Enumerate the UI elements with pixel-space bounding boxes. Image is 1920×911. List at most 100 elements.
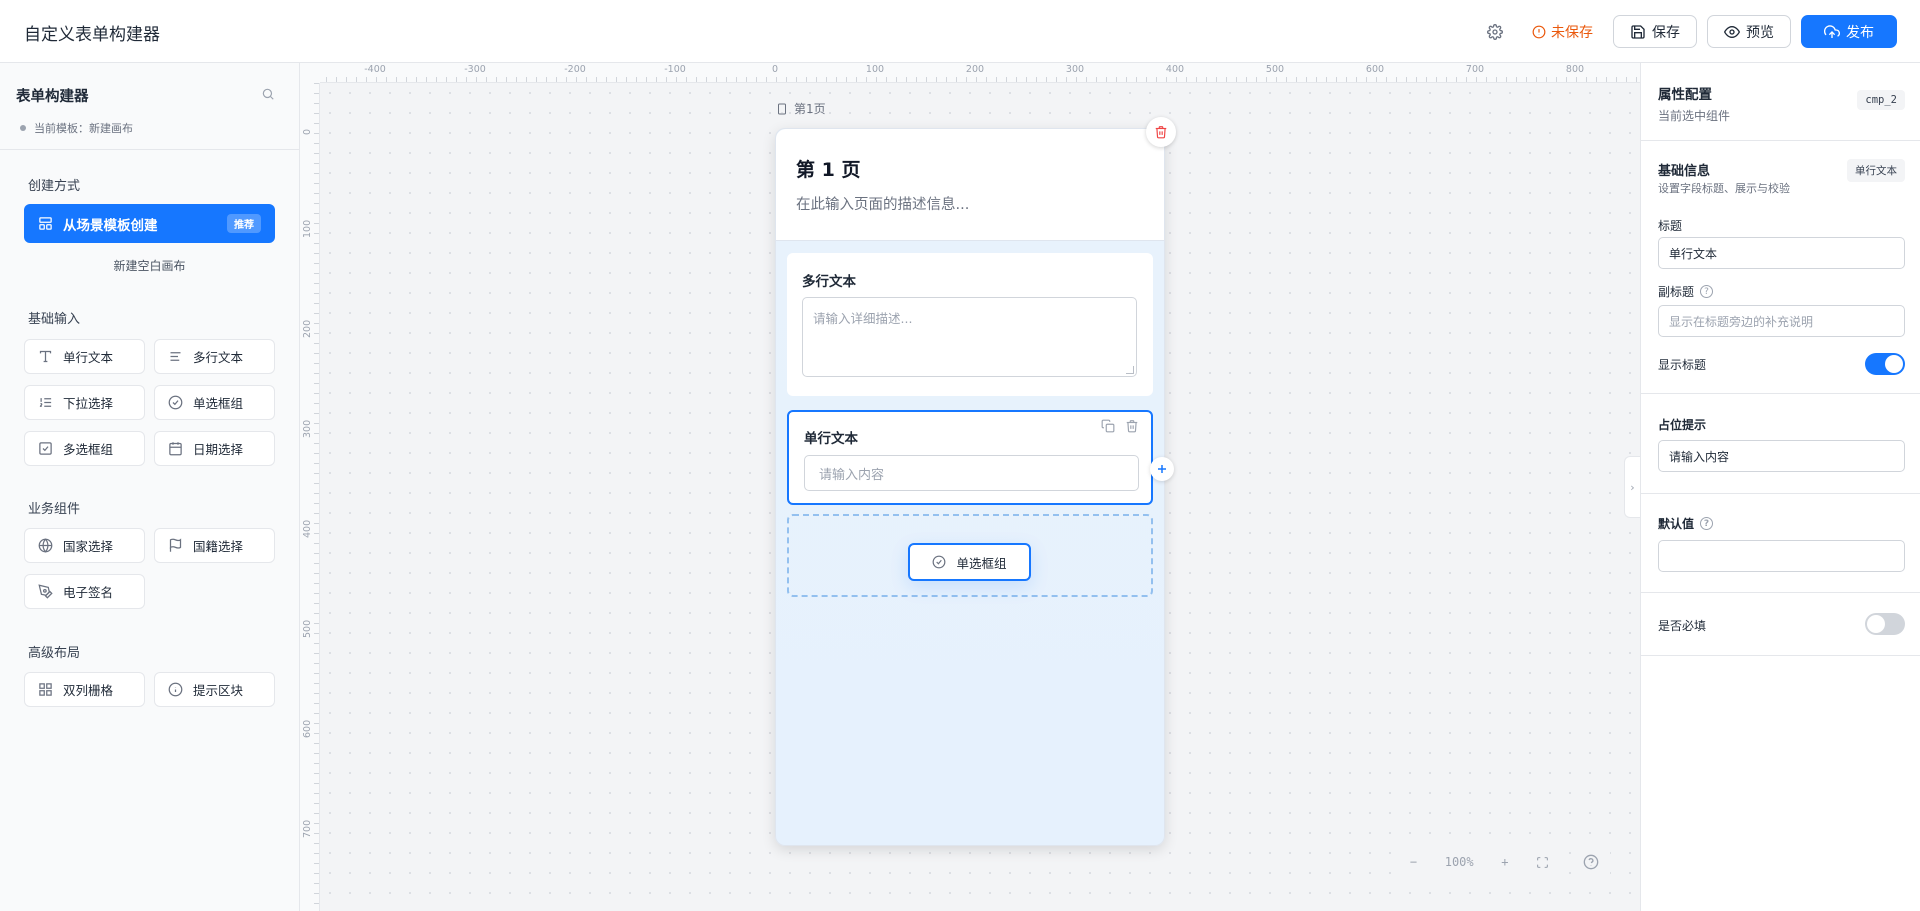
app-title: 自定义表单构建器 [24, 25, 160, 45]
drop-zone[interactable]: 单选框组 [787, 514, 1153, 597]
top-actions: 未保存 保存 预览 发布 [1482, 15, 1897, 48]
preview-label: 预览 [1746, 24, 1774, 41]
resize-handle-icon[interactable] [1126, 366, 1134, 374]
default-value-input[interactable] [1658, 540, 1905, 572]
component-sidebar: 表单构建器 当前模板：新建画布 创建方式 从场景模板创建 推荐 新建空白画布 基… [0, 63, 300, 911]
ruler-x-label: -200 [564, 64, 586, 75]
current-template-label: 当前模板：新建画布 [34, 122, 133, 135]
delete-page-button[interactable] [1146, 117, 1176, 147]
title-input-value: 单行文本 [1669, 246, 1718, 261]
properties-panel: 属性配置 当前选中组件 cmp_2 基础信息 设置字段标题、展示与校验 单行文本… [1640, 63, 1920, 911]
ruler-minor-ticks [314, 63, 319, 911]
calendar-icon [169, 442, 182, 456]
add-field-button[interactable] [1150, 457, 1174, 481]
unsaved-status: 未保存 [1532, 22, 1593, 42]
ruler-x-label: 700 [1465, 64, 1485, 75]
page-title[interactable]: 第 1 页 [796, 155, 860, 182]
publish-label: 发布 [1846, 24, 1874, 41]
fullscreen-icon[interactable] [1536, 856, 1549, 869]
component-label: 电子签名 [63, 585, 114, 600]
help-icon[interactable]: ? [1700, 517, 1714, 530]
help-button[interactable] [1572, 843, 1610, 881]
subtitle-input[interactable]: 显示在标题旁边的补充说明 [1658, 305, 1905, 337]
search-icon[interactable] [261, 87, 277, 103]
ruler-corner [300, 63, 320, 83]
component-e-signature[interactable]: 电子签名 [24, 574, 145, 609]
component-radio-group[interactable]: 单选框组 [154, 385, 275, 420]
alert-circle-icon [1532, 25, 1546, 38]
ruler-vertical: 0 100 200 300 400 500 600 700 [300, 63, 320, 911]
component-id-badge: cmp_2 [1857, 90, 1905, 110]
ruler-x-label: 500 [1265, 64, 1285, 75]
publish-button[interactable]: 发布 [1801, 15, 1897, 48]
title-input[interactable]: 单行文本 [1658, 237, 1905, 269]
field-card-single-text[interactable]: 单行文本 请输入内容 [787, 410, 1174, 505]
ruler-x-label: 300 [1065, 64, 1085, 75]
info-icon [168, 682, 183, 697]
ruler-y-label: 400 [302, 519, 313, 538]
zoom-in-icon[interactable]: + [1501, 855, 1508, 869]
component-country-select[interactable]: 国家选择 [24, 528, 145, 563]
page-tab-text: 第1页 [794, 102, 826, 116]
check-circle-icon [933, 555, 946, 569]
basic-info-title: 基础信息 [1658, 164, 1711, 179]
show-title-label: 显示标题 [1658, 356, 1706, 373]
required-toggle[interactable] [1865, 613, 1905, 635]
ruler-x-label: 600 [1365, 64, 1385, 75]
zoom-out-icon[interactable]: − [1410, 855, 1417, 869]
basic-info-subtitle: 设置字段标题、展示与校验 [1658, 182, 1790, 195]
component-single-text[interactable]: 单行文本 [24, 339, 145, 374]
show-title-toggle[interactable] [1865, 353, 1905, 375]
single-text-input[interactable]: 请输入内容 [804, 455, 1139, 491]
page-frame[interactable]: 第 1 页 在此输入页面的描述信息... 多行文本 请输入详细描述... 单行文… [775, 117, 1176, 846]
ruler-y-label: 0 [302, 128, 313, 135]
default-value-label: 默认值 ? [1658, 515, 1714, 532]
page-tab-label: 第1页 [776, 100, 826, 117]
chevron-right-icon: › [1630, 480, 1635, 494]
ruler-x-label: 100 [865, 64, 885, 75]
ruler-y-label: 100 [302, 219, 313, 238]
ruler-y-label: 700 [302, 819, 313, 838]
save-button[interactable]: 保存 [1613, 15, 1697, 48]
flag-icon [169, 538, 182, 552]
zoom-controls: − 100% + [1396, 843, 1563, 881]
required-section: 是否必填 [1641, 593, 1920, 656]
component-info-block[interactable]: 提示区块 [154, 672, 275, 707]
show-title-label-text: 显示标题 [1658, 358, 1707, 372]
component-date-picker[interactable]: 日期选择 [154, 431, 275, 466]
component-nationality-select[interactable]: 国籍选择 [154, 528, 275, 563]
component-label: 单选框组 [193, 396, 244, 411]
create-blank-link[interactable]: 新建空白画布 [24, 257, 275, 274]
dragging-component[interactable]: 单选框组 [908, 543, 1031, 581]
preview-button[interactable]: 预览 [1707, 15, 1791, 48]
component-checkbox-group[interactable]: 多选框组 [24, 431, 145, 466]
multiline-textarea[interactable]: 请输入详细描述... [802, 297, 1137, 377]
field-card-multiline[interactable]: 多行文本 请输入详细描述... [787, 253, 1153, 396]
design-canvas[interactable]: -400 -300 -200 -100 0 100 200 300 400 50… [300, 63, 1640, 911]
grid-icon [39, 683, 52, 696]
component-multi-text[interactable]: 多行文本 [154, 339, 275, 374]
component-label: 多选框组 [63, 442, 114, 457]
ruler-x-label: -400 [364, 64, 386, 75]
field-label: 多行文本 [802, 274, 856, 290]
trash-icon[interactable] [1125, 419, 1139, 433]
gear-icon[interactable] [1482, 19, 1508, 45]
component-two-column-grid[interactable]: 双列栅格 [24, 672, 145, 707]
create-from-template-button[interactable]: 从场景模板创建 推荐 [24, 204, 275, 243]
collapse-panel-button[interactable]: › [1624, 456, 1640, 518]
ruler-minor-ticks [300, 77, 1640, 82]
ruler-x-label: 400 [1165, 64, 1185, 75]
group-title-advanced: 高级布局 [28, 646, 81, 661]
page-description[interactable]: 在此输入页面的描述信息... [796, 193, 969, 214]
ruler-x-label: 200 [965, 64, 985, 75]
eye-icon [1724, 25, 1740, 38]
help-icon[interactable]: ? [1700, 285, 1714, 298]
page-header[interactable]: 第 1 页 在此输入页面的描述信息... [776, 117, 1176, 241]
list-icon [39, 398, 52, 407]
component-dropdown[interactable]: 下拉选择 [24, 385, 145, 420]
placeholder-input[interactable]: 请输入内容 [1658, 440, 1905, 472]
placeholder-section: 占位提示 请输入内容 [1641, 394, 1920, 494]
current-template: 当前模板：新建画布 [20, 120, 133, 136]
sidebar-title: 表单构建器 [16, 89, 89, 105]
copy-icon[interactable] [1101, 419, 1115, 433]
